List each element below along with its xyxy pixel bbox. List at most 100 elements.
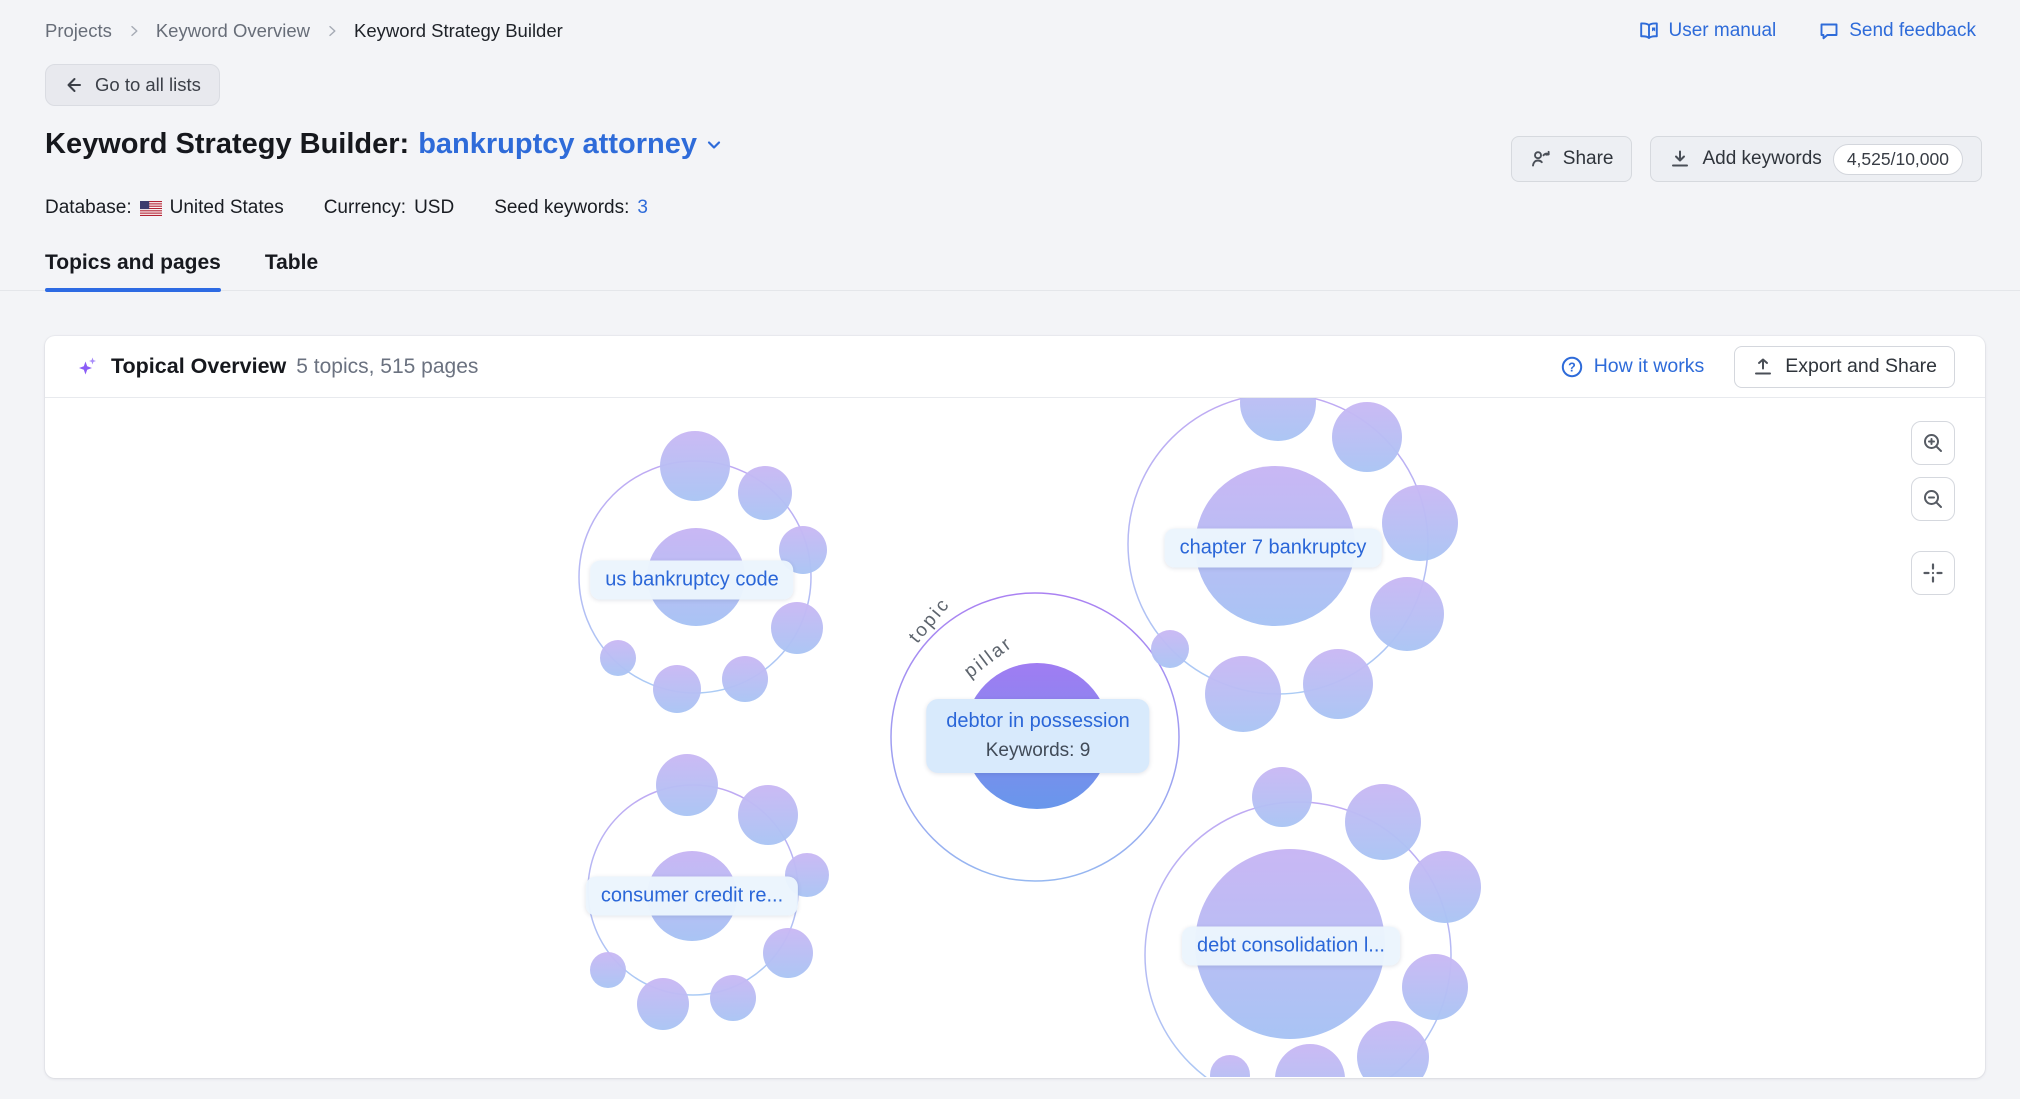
keyword-bubble[interactable] [1357, 1021, 1429, 1077]
feedback-bubble-icon [1818, 20, 1840, 42]
upload-icon [1752, 356, 1774, 378]
chevron-right-icon [324, 23, 340, 39]
debt-consolidation-label-pill[interactable]: debt consolidation l... [1182, 927, 1400, 966]
keyword-bubble[interactable] [1275, 1044, 1345, 1077]
export-and-share-label: Export and Share [1785, 355, 1937, 378]
keyword-bubble[interactable] [763, 928, 813, 978]
debtor-in-possession-label-pill[interactable]: debtor in possession Keywords: 9 [926, 699, 1149, 773]
go-to-all-lists-button[interactable]: Go to all lists [45, 64, 220, 106]
us-flag-icon [140, 201, 162, 216]
breadcrumb-keyword-overview[interactable]: Keyword Overview [156, 20, 310, 42]
how-it-works-label: How it works [1594, 355, 1705, 378]
keyword-bubble[interactable] [637, 978, 689, 1030]
add-keywords-button[interactable]: Add keywords 4,525/10,000 [1650, 136, 1982, 182]
bubble-map-canvas[interactable]: topicpillar us bankruptcy codechapter 7 … [45, 398, 1985, 1077]
keyword-bubble[interactable] [653, 665, 701, 713]
keyword-bubble[interactable] [660, 431, 730, 501]
topic-label: debt consolidation l... [1197, 935, 1385, 958]
currency-value: USD [414, 197, 454, 219]
us-bankruptcy-code-label-pill[interactable]: us bankruptcy code [590, 561, 793, 600]
topical-overview-card: Topical Overview 5 topics, 515 pages ? H… [45, 336, 1985, 1078]
keyword-bubble[interactable] [1409, 851, 1481, 923]
user-manual-link[interactable]: User manual [1638, 20, 1777, 42]
arrow-left-icon [64, 75, 84, 95]
svg-text:?: ? [1568, 360, 1576, 374]
panel-subtitle: 5 topics, 515 pages [296, 355, 478, 379]
topic-label: chapter 7 bankruptcy [1180, 537, 1367, 560]
keyword-bubble[interactable] [1151, 630, 1189, 668]
keyword-bubble[interactable] [1240, 398, 1316, 441]
export-and-share-button[interactable]: Export and Share [1734, 346, 1955, 388]
keyword-bubble[interactable] [1382, 485, 1458, 561]
keyword-bubble[interactable] [656, 754, 718, 816]
add-keywords-label: Add keywords [1702, 148, 1821, 170]
database-value: United States [170, 197, 284, 219]
send-feedback-link[interactable]: Send feedback [1818, 20, 1976, 42]
zoom-in-icon [1921, 431, 1945, 455]
breadcrumb: Projects Keyword Overview Keyword Strate… [45, 20, 563, 42]
chevron-right-icon [126, 23, 142, 39]
keyword-bubble[interactable] [738, 466, 792, 520]
keyword-bubble[interactable] [1205, 656, 1281, 732]
keywords-count-label: Keywords: 9 [946, 740, 1129, 762]
keyword-bubble[interactable] [771, 602, 823, 654]
download-icon [1669, 148, 1691, 170]
keyword-dropdown-value: bankruptcy attorney [418, 128, 697, 161]
chevron-down-icon [704, 135, 724, 155]
title-actions: Share Add keywords 4,525/10,000 [1511, 136, 1982, 182]
chapter-7-bankruptcy-label-pill[interactable]: chapter 7 bankruptcy [1165, 529, 1382, 568]
ai-sparkles-icon [75, 354, 101, 380]
keyword-bubble[interactable] [1370, 577, 1444, 651]
tab-bar: Topics and pages Table [0, 251, 2020, 291]
title-row: Keyword Strategy Builder: bankruptcy att… [0, 106, 2020, 182]
top-bar: Projects Keyword Overview Keyword Strate… [0, 0, 2020, 42]
share-button[interactable]: Share [1511, 136, 1633, 182]
panel-title: Topical Overview [111, 354, 286, 379]
keyword-dropdown[interactable]: bankruptcy attorney [418, 128, 724, 161]
keyword-limit-badge: 4,525/10,000 [1833, 144, 1963, 175]
tab-table[interactable]: Table [265, 251, 318, 290]
keyword-bubble[interactable] [1210, 1055, 1250, 1077]
keyword-bubble[interactable] [1345, 784, 1421, 860]
topic-label: consumer credit re... [601, 885, 783, 908]
meta-row: Database: United States Currency: USD Se… [0, 182, 2020, 219]
user-manual-label: User manual [1669, 20, 1777, 42]
currency-meta: Currency: USD [324, 197, 454, 219]
book-icon [1638, 20, 1660, 42]
zoom-in-button[interactable] [1911, 421, 1955, 465]
map-controls [1911, 398, 1955, 1077]
zoom-out-icon [1921, 487, 1945, 511]
currency-label: Currency: [324, 197, 406, 219]
center-map-button[interactable] [1911, 551, 1955, 595]
keyword-bubble[interactable] [600, 640, 636, 676]
topic-label: us bankruptcy code [605, 569, 778, 592]
seed-keywords-label: Seed keywords: [494, 197, 629, 219]
question-circle-icon: ? [1560, 355, 1584, 379]
keyword-bubble[interactable] [738, 785, 798, 845]
page-title: Keyword Strategy Builder: bankruptcy att… [45, 128, 724, 161]
keyword-bubble[interactable] [1303, 649, 1373, 719]
card-header: Topical Overview 5 topics, 515 pages ? H… [45, 336, 1985, 398]
consumer-credit-label-pill[interactable]: consumer credit re... [586, 877, 798, 916]
header-links: User manual Send feedback [1638, 20, 1976, 42]
keyword-bubble[interactable] [722, 656, 768, 702]
topic-label: debtor in possession [946, 710, 1129, 733]
zoom-out-button[interactable] [1911, 477, 1955, 521]
seed-keywords-count[interactable]: 3 [637, 197, 648, 219]
tab-topics-and-pages[interactable]: Topics and pages [45, 251, 221, 290]
keyword-bubble[interactable] [590, 952, 626, 988]
keyword-bubble[interactable] [1332, 402, 1402, 472]
keyword-bubble[interactable] [1252, 767, 1312, 827]
breadcrumb-projects[interactable]: Projects [45, 20, 112, 42]
crosshair-icon [1921, 561, 1945, 585]
database-label: Database: [45, 197, 132, 219]
page-title-prefix: Keyword Strategy Builder: [45, 128, 409, 161]
go-to-all-lists-label: Go to all lists [95, 74, 201, 96]
seed-keywords-meta: Seed keywords: 3 [494, 197, 648, 219]
breadcrumb-current: Keyword Strategy Builder [354, 20, 563, 42]
keyword-bubble[interactable] [710, 975, 756, 1021]
how-it-works-link[interactable]: ? How it works [1560, 355, 1705, 379]
database-meta: Database: United States [45, 197, 284, 219]
keyword-bubble[interactable] [1402, 954, 1468, 1020]
share-user-icon [1530, 148, 1552, 170]
